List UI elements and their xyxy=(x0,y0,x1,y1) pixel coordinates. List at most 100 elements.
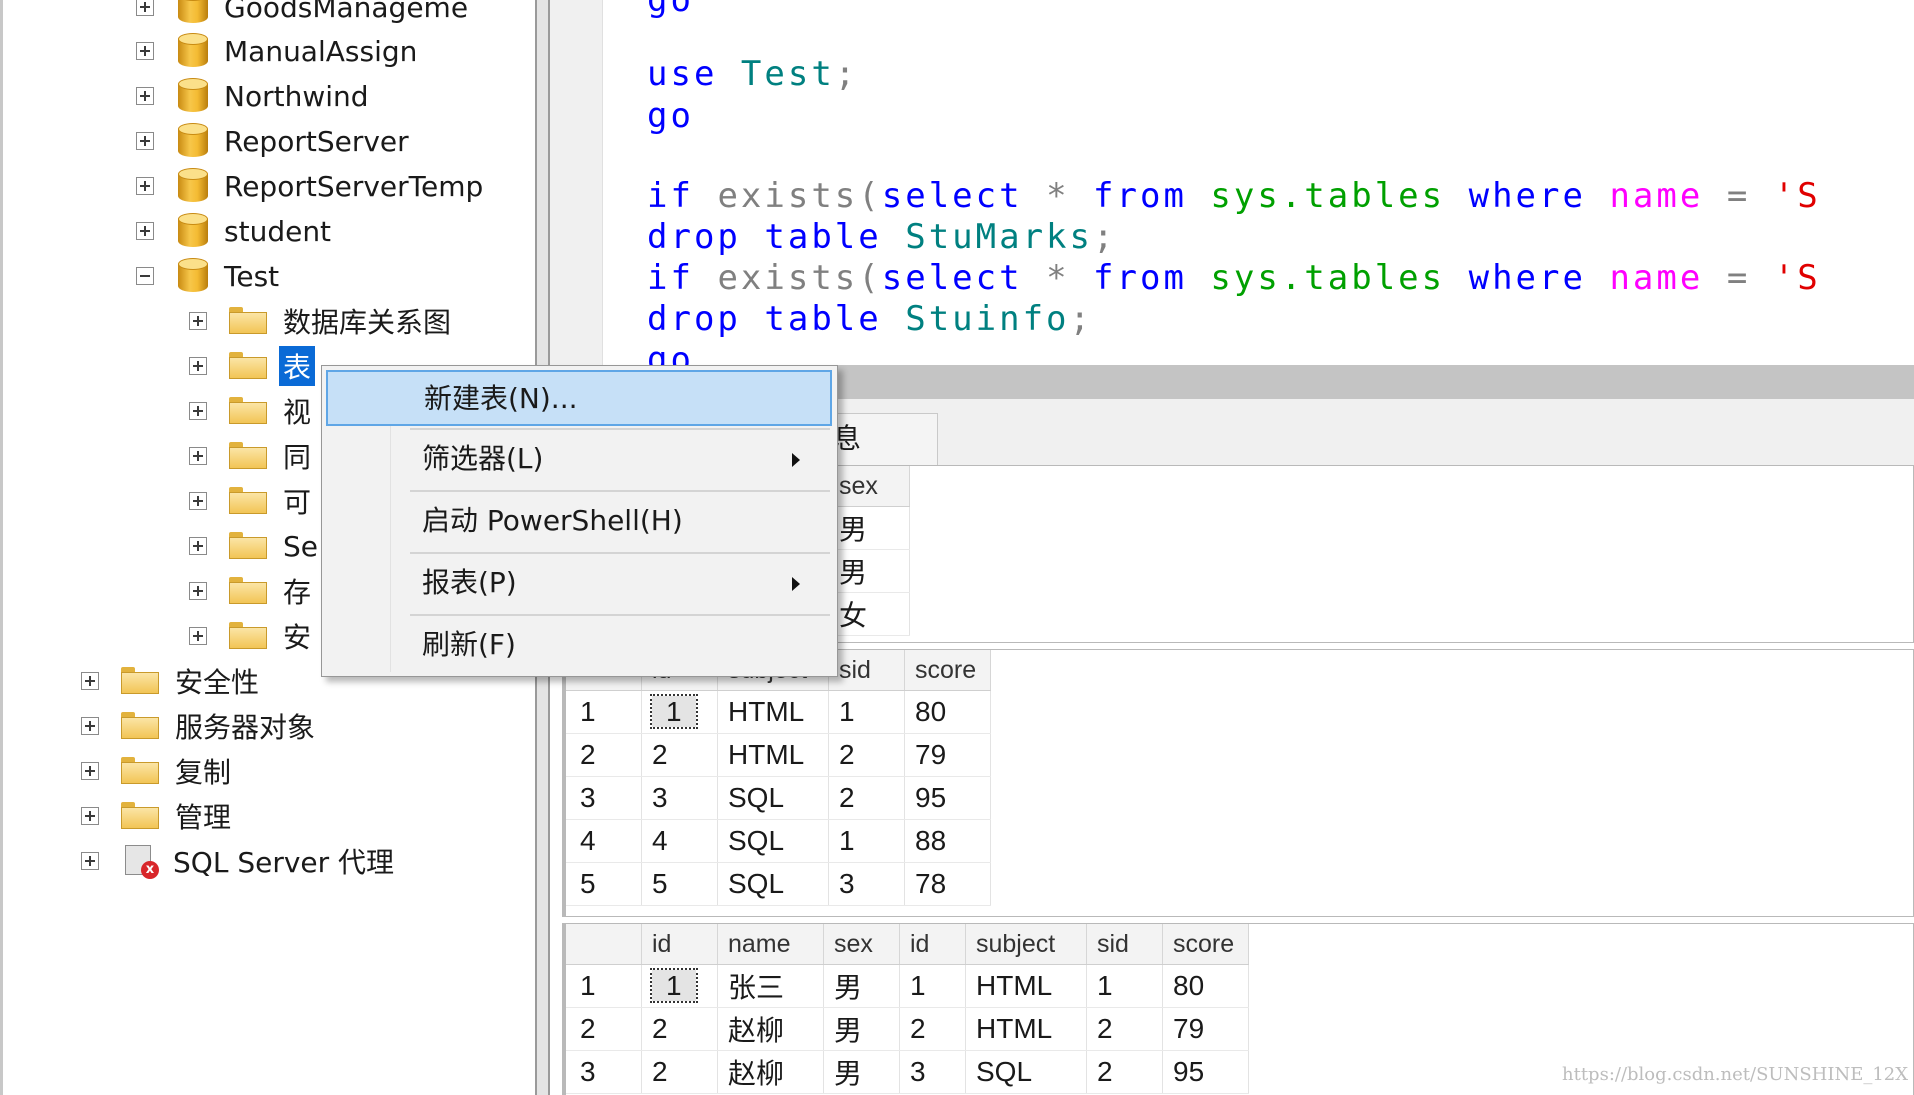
grid-cell[interactable]: 1 xyxy=(828,819,905,863)
grid-cell[interactable]: 3 xyxy=(641,776,718,820)
tree-node-management[interactable]: 管理 xyxy=(81,795,231,837)
grid-cell[interactable]: 80 xyxy=(904,690,991,734)
row-number[interactable]: 2 xyxy=(566,733,642,777)
row-number[interactable]: 1 xyxy=(566,690,642,734)
tree-node-reportservertemp[interactable]: ReportServerTemp xyxy=(136,165,483,207)
tree-node-tables[interactable]: 表 xyxy=(189,345,316,387)
row-number[interactable]: 4 xyxy=(566,819,642,863)
result-grid-1[interactable]: sex 男男女 xyxy=(825,465,1914,643)
table-row[interactable]: 3 2 赵柳男 3 SQL 2 95 xyxy=(566,1050,1249,1094)
grid-cell[interactable]: 2 xyxy=(641,1050,718,1094)
grid-cell[interactable]: 2 xyxy=(1086,1050,1163,1094)
column-header[interactable]: sex xyxy=(829,466,910,507)
grid-cell[interactable]: 3 xyxy=(828,862,905,906)
grid-cell[interactable]: 88 xyxy=(904,819,991,863)
grid-cell[interactable]: 1 xyxy=(828,690,905,734)
table-row[interactable]: 2 2 赵柳男 2 HTML 2 79 xyxy=(566,1007,1249,1051)
grid-cell[interactable]: 5 xyxy=(641,862,718,906)
expand-icon[interactable] xyxy=(189,492,207,510)
grid-cell[interactable]: 1 xyxy=(641,964,718,1008)
grid-cell[interactable]: 2 xyxy=(828,733,905,777)
column-header[interactable]: id xyxy=(641,924,718,965)
row-number[interactable]: 3 xyxy=(566,1050,642,1094)
grid-cell[interactable]: 赵柳 xyxy=(717,1007,824,1051)
expand-icon[interactable] xyxy=(136,177,154,195)
grid-cell[interactable]: 79 xyxy=(1162,1007,1249,1051)
table-row[interactable]: 2 2 HTML 2 79 xyxy=(566,733,991,777)
grid-cell[interactable]: 男 xyxy=(829,549,910,593)
grid-cell[interactable]: SQL xyxy=(717,862,829,906)
grid-cell[interactable]: 2 xyxy=(899,1007,966,1051)
tree-node-northwind[interactable]: Northwind xyxy=(136,75,369,117)
tree-node-reportserver[interactable]: ReportServer xyxy=(136,120,409,162)
grid-cell[interactable]: SQL xyxy=(965,1050,1087,1094)
grid-cell[interactable]: SQL xyxy=(717,776,829,820)
expand-icon[interactable] xyxy=(136,42,154,60)
tree-node-views[interactable]: 视 xyxy=(189,390,311,432)
grid-cell[interactable]: HTML xyxy=(965,964,1087,1008)
menu-item-refresh[interactable]: 刷新(F) xyxy=(326,618,832,674)
table-row[interactable]: 3 3 SQL 2 95 xyxy=(566,776,991,820)
column-header[interactable]: sid xyxy=(828,650,905,691)
table-row[interactable]: 1 1 HTML 1 80 xyxy=(566,690,991,734)
grid-cell[interactable]: 80 xyxy=(1162,964,1249,1008)
grid-cell[interactable]: 女 xyxy=(829,592,910,636)
tree-node-security[interactable]: 安全性 xyxy=(81,660,259,702)
collapse-icon[interactable] xyxy=(136,267,154,285)
tree-node-test[interactable]: Test xyxy=(136,255,279,297)
menu-item-new-table[interactable]: 新建表(N)... xyxy=(326,370,832,426)
grid-cell[interactable]: 95 xyxy=(1162,1050,1249,1094)
expand-icon[interactable] xyxy=(136,222,154,240)
table-row[interactable]: 4 4 SQL 1 88 xyxy=(566,819,991,863)
tab-messages[interactable]: 息 xyxy=(826,413,938,466)
column-header[interactable]: id xyxy=(899,924,966,965)
menu-item-filter[interactable]: 筛选器(L) xyxy=(326,432,832,488)
expand-icon[interactable] xyxy=(81,672,99,690)
column-header[interactable]: subject xyxy=(965,924,1087,965)
expand-icon[interactable] xyxy=(189,537,207,555)
expand-icon[interactable] xyxy=(136,132,154,150)
column-header[interactable]: score xyxy=(1162,924,1249,965)
grid-cell[interactable]: 赵柳 xyxy=(717,1050,824,1094)
grid-cell[interactable]: 1 xyxy=(899,964,966,1008)
grid-cell[interactable]: 张三 xyxy=(717,964,824,1008)
grid-cell[interactable]: 3 xyxy=(899,1050,966,1094)
grid-cell[interactable]: 4 xyxy=(641,819,718,863)
grid-cell[interactable]: 95 xyxy=(904,776,991,820)
result-grid-2[interactable]: idsubjectsidscore11HTML18022HTML27933SQL… xyxy=(562,649,1914,917)
expand-icon[interactable] xyxy=(189,312,207,330)
tree-node-service-broker[interactable]: Se xyxy=(189,525,318,567)
grid-cell[interactable]: 78 xyxy=(904,862,991,906)
column-header[interactable]: sex xyxy=(823,924,900,965)
grid-cell[interactable]: 2 xyxy=(828,776,905,820)
column-header[interactable] xyxy=(566,924,642,965)
table-row[interactable]: 女 xyxy=(829,592,910,636)
expand-icon[interactable] xyxy=(189,627,207,645)
grid-cell[interactable]: 1 xyxy=(641,690,718,734)
table-row[interactable]: 5 5 SQL 3 78 xyxy=(566,862,991,906)
row-number[interactable]: 3 xyxy=(566,776,642,820)
grid-cell[interactable]: 2 xyxy=(641,733,718,777)
grid-cell[interactable]: 男 xyxy=(829,506,910,550)
tree-node-diagrams[interactable]: 数据库关系图 xyxy=(189,300,451,342)
grid-cell[interactable]: HTML xyxy=(965,1007,1087,1051)
expand-icon[interactable] xyxy=(189,357,207,375)
expand-icon[interactable] xyxy=(81,762,99,780)
grid-cell[interactable]: 79 xyxy=(904,733,991,777)
tree-node-storage[interactable]: 存 xyxy=(189,570,311,612)
table-row[interactable]: 1 1 张三男 1 HTML 1 80 xyxy=(566,964,1249,1008)
column-header[interactable]: sid xyxy=(1086,924,1163,965)
grid-cell[interactable]: 男 xyxy=(823,1050,900,1094)
expand-icon[interactable] xyxy=(136,0,154,16)
menu-item-reports[interactable]: 报表(P) xyxy=(326,556,832,612)
row-number[interactable]: 1 xyxy=(566,964,642,1008)
expand-icon[interactable] xyxy=(189,402,207,420)
tree-node-synonyms[interactable]: 同 xyxy=(189,435,311,477)
expand-icon[interactable] xyxy=(81,852,99,870)
expand-icon[interactable] xyxy=(136,87,154,105)
grid-cell[interactable]: HTML xyxy=(717,733,829,777)
query-editor[interactable]: go use Test; go if exists(select * from … xyxy=(550,0,1914,365)
tree-node-security-db[interactable]: 安 xyxy=(189,615,311,657)
tree-node-student[interactable]: student xyxy=(136,210,331,252)
table-row[interactable]: 男 xyxy=(829,549,910,593)
